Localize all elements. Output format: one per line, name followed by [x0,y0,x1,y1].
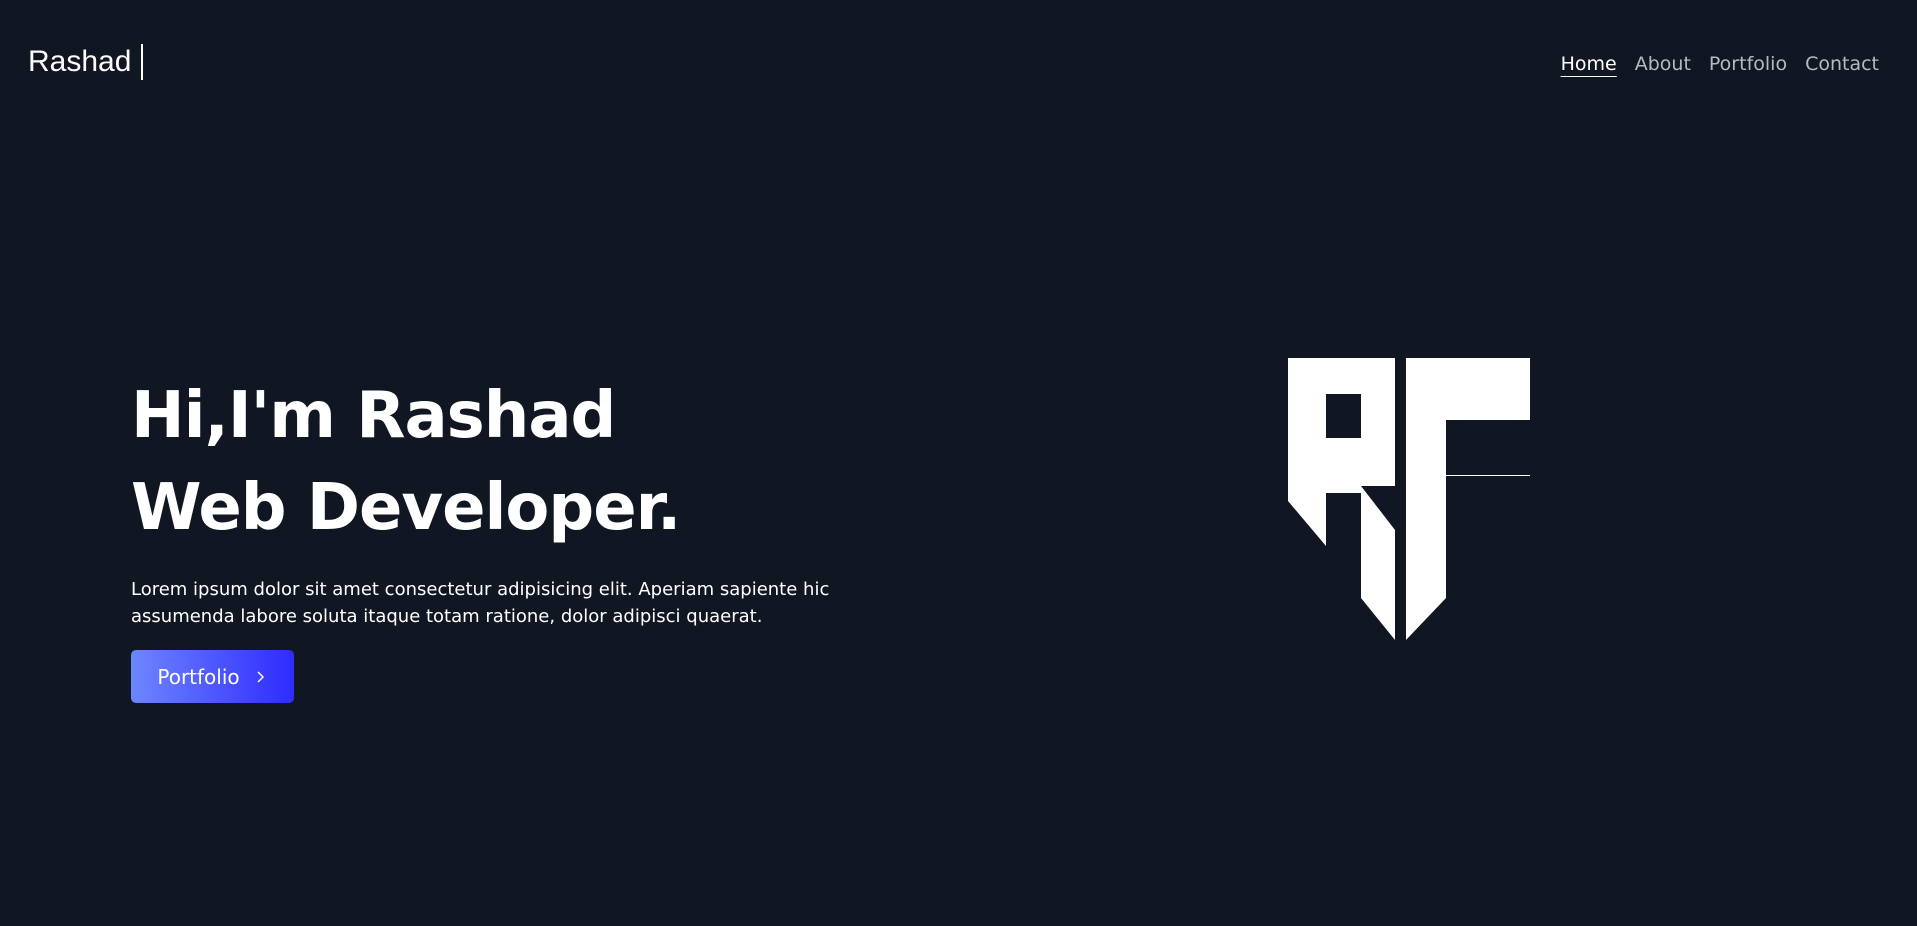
hero-section: Hi,I'm Rashad Web Developer. Lorem ipsum… [131,370,831,703]
portfolio-button-label: Portfolio [157,664,240,689]
page: Rashad Home About Portfolio Contact Hi,I… [0,0,1917,926]
text-cursor [141,44,144,80]
nav-link-home[interactable]: Home [1561,50,1617,78]
brand-logo[interactable]: Rashad [28,44,144,80]
nav-link-portfolio[interactable]: Portfolio [1709,50,1787,78]
main-nav: Home About Portfolio Contact [1561,50,1879,78]
nav-link-contact[interactable]: Contact [1805,50,1879,78]
hero-title-line2: Web Developer. [131,471,681,545]
rf-logo-icon [1288,358,1530,640]
chevron-right-icon [257,670,264,683]
nav-link-about[interactable]: About [1635,50,1691,78]
brand-name: Rashad [28,45,132,78]
hero-title: Hi,I'm Rashad Web Developer. [131,370,831,554]
hero-title-line1: Hi,I'm Rashad [131,379,616,453]
hero-description: Lorem ipsum dolor sit amet consectetur a… [131,579,830,627]
portfolio-button[interactable]: Portfolio [131,650,294,703]
